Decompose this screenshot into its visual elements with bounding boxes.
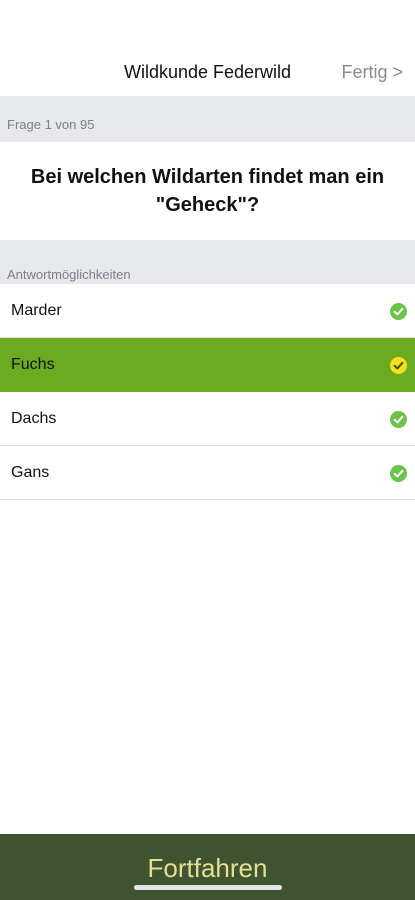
- answer-label: Gans: [11, 464, 50, 481]
- answer-list: Marder Fuchs Dachs Gans: [0, 284, 415, 500]
- continue-button-label: Fortfahren: [147, 853, 268, 883]
- check-circle-icon: [390, 357, 407, 374]
- question-counter-bar: Frage 1 von 95: [0, 96, 415, 142]
- check-circle-icon: [390, 465, 407, 482]
- question-counter: Frage 1 von 95: [7, 117, 95, 132]
- answers-header-label: Antwortmöglichkeiten: [7, 267, 131, 282]
- check-circle-icon: [390, 303, 407, 320]
- answer-option-marder[interactable]: Marder: [0, 284, 415, 338]
- home-indicator[interactable]: [134, 885, 282, 890]
- question-panel: Bei welchen Wildarten findet man ein "Ge…: [0, 142, 415, 240]
- continue-button[interactable]: Fortfahren: [0, 834, 415, 900]
- answer-label: Marder: [11, 302, 62, 319]
- answer-label: Dachs: [11, 410, 57, 427]
- check-circle-icon: [390, 411, 407, 428]
- answer-option-dachs[interactable]: Dachs: [0, 392, 415, 446]
- quiz-screen: Wildkunde Federwild Fertig > Frage 1 von…: [0, 0, 415, 900]
- answers-section-header: Antwortmöglichkeiten: [0, 240, 415, 284]
- navigation-bar: Wildkunde Federwild Fertig >: [0, 0, 415, 96]
- answer-option-fuchs[interactable]: Fuchs: [0, 338, 415, 392]
- question-text: Bei welchen Wildarten findet man ein "Ge…: [30, 166, 385, 216]
- done-button[interactable]: Fertig >: [341, 62, 403, 83]
- answer-label: Fuchs: [11, 356, 55, 373]
- answer-option-gans[interactable]: Gans: [0, 446, 415, 500]
